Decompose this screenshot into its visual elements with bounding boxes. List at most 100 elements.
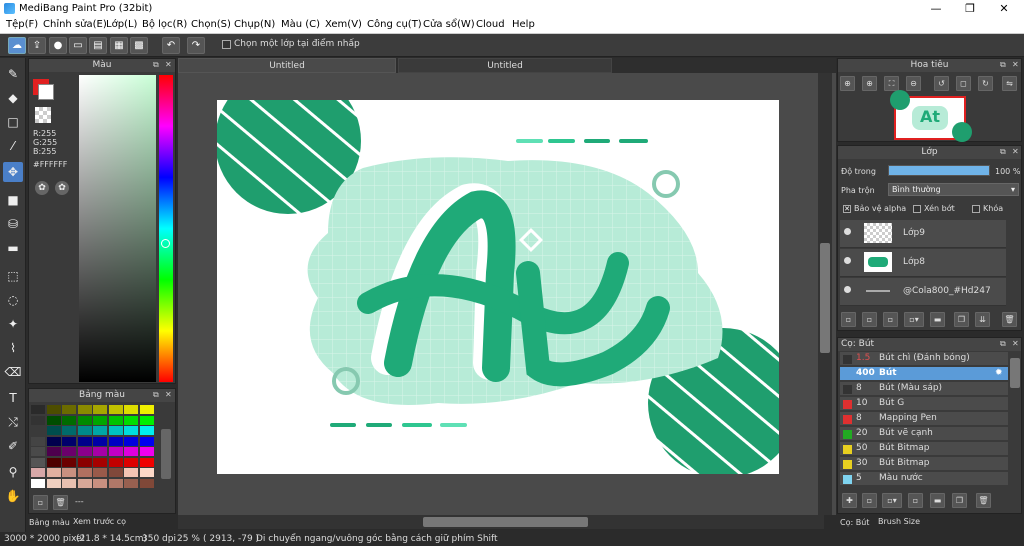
color-swatch[interactable] [31,405,45,414]
menu-edit[interactable]: Chỉnh sửa(E) [43,19,107,30]
fit-icon[interactable]: ⛶ [884,76,899,91]
rectangle-icon[interactable]: □ [3,112,23,132]
new-halftone-layer-icon[interactable]: ▫ [862,312,877,327]
lasso-icon[interactable]: ◌ [3,290,23,310]
color-swatch[interactable] [77,426,92,435]
select-pen-icon[interactable]: ⌇ [3,338,23,358]
lock-checkbox[interactable] [972,205,980,213]
palette-edit-icon[interactable]: ✿ [55,181,69,195]
color-swatch[interactable] [46,426,61,435]
color-swatch[interactable] [77,468,92,477]
popout-icon[interactable]: ⧉ [1000,60,1006,70]
menu-layer[interactable]: Lớp(L) [106,19,137,30]
tab-untitled[interactable]: Untitled [398,58,612,73]
redo-icon[interactable]: ↷ [187,37,205,54]
brush-copy-icon[interactable]: ▫ [862,493,877,508]
brush-item[interactable]: 50 Bút Bitmap [840,442,1008,456]
zoom-out-icon[interactable]: ⊖ [906,76,921,91]
hand-icon[interactable]: ✋ [3,486,23,506]
color-swatch[interactable] [139,457,154,467]
maximize-button[interactable]: ❐ [954,0,986,17]
brush-item[interactable]: 400 Bút ✹ [840,367,1008,381]
brush-item[interactable]: 8 Bút (Màu sáp) [840,382,1008,396]
menu-help[interactable]: Help [512,19,535,30]
brush-menu-icon[interactable]: ▫▾ [882,493,902,508]
gradient-icon[interactable]: ▬ [3,238,23,258]
move-icon[interactable]: ✥ [3,162,23,182]
color-swatch[interactable] [62,415,76,425]
color-swatch[interactable] [77,478,92,488]
text-icon[interactable]: T [3,388,23,408]
color-swatch[interactable] [31,478,45,488]
color-swatch[interactable] [108,405,123,414]
palette-swatches[interactable] [31,405,157,491]
brush-item[interactable]: 8 Mapping Pen [840,412,1008,426]
menu-file[interactable]: Tệp(F) [6,19,38,30]
protect-alpha-checkbox[interactable]: ✕ [843,205,851,213]
color-swatch[interactable] [62,405,76,414]
color-swatch[interactable] [93,426,107,435]
layer-row[interactable]: @Cola800_#Hd247 [840,278,1006,306]
delete-palette-icon[interactable]: 🗑 [53,495,68,510]
color-swatch[interactable] [139,447,154,456]
navigator-preview[interactable]: At [890,90,972,142]
menu-cloud[interactable]: Cloud [476,19,505,30]
tab-brush-size[interactable]: Brush Size [878,517,920,526]
delete-layer-icon[interactable]: 🗑 [1002,312,1017,327]
menu-color[interactable]: Màu (C) [281,19,320,30]
color-swatch[interactable] [77,457,92,467]
hue-handle[interactable] [161,239,170,248]
divide-icon[interactable]: ✐ [3,436,23,456]
blend-select[interactable]: Bình thường ▾ [888,183,1019,196]
color-swatch[interactable] [124,468,138,477]
operation-icon[interactable]: ⤭ [3,412,23,432]
canvas-horizontal-scrollbar[interactable] [178,515,824,529]
rotate-right-icon[interactable]: ↻ [978,76,993,91]
color-swatch[interactable] [124,436,138,446]
hue-slider[interactable] [159,75,173,382]
color-swatch[interactable] [31,426,45,435]
brush-duplicate-icon[interactable]: ❐ [952,493,967,508]
comment-icon[interactable]: ● [49,37,67,54]
color-swatch[interactable] [139,468,154,477]
color-swatch[interactable] [62,468,76,477]
color-swatch[interactable] [46,415,61,425]
brush-scrollbar[interactable] [1010,358,1020,388]
color-swatch[interactable] [108,426,123,435]
color-swatch[interactable] [139,426,154,435]
visibility-icon[interactable] [844,228,851,235]
popout-icon[interactable]: ⧉ [1000,147,1006,157]
color-swatch[interactable] [46,447,61,456]
visibility-icon[interactable] [844,286,851,293]
new-layer-icon[interactable]: ▫ [841,312,856,327]
visibility-icon[interactable] [844,257,851,264]
menu-window[interactable]: Cửa sổ(W) [423,19,475,30]
color-swatch[interactable] [62,478,76,488]
merge-layer-icon[interactable]: ⇊ [975,312,990,327]
flip-icon[interactable]: ⇋ [1002,76,1017,91]
popout-icon[interactable]: ⧉ [153,390,159,400]
brush-item[interactable]: 10 Bút G [840,397,1008,411]
color-swatch[interactable] [62,447,76,456]
dot-pen-icon[interactable]: ⁄ [3,136,23,156]
delete-brush-icon[interactable]: 🗑 [976,493,991,508]
layer-row[interactable]: Lớp9 [840,220,1006,248]
color-swatch[interactable] [93,468,107,477]
color-swatch[interactable] [62,436,76,446]
color-swatch[interactable] [31,468,45,477]
color-swatch[interactable] [124,405,138,414]
tiles-icon[interactable]: ▩ [130,37,148,54]
panel-close-icon[interactable]: ✕ [165,390,172,399]
brush-import-icon[interactable]: ▫ [908,493,923,508]
menu-capture[interactable]: Chụp(N) [234,19,275,30]
rotate-left-icon[interactable]: ↺ [934,76,949,91]
color-swatch[interactable] [124,426,138,435]
color-swatch[interactable] [31,415,45,425]
new-1bit-layer-icon[interactable]: ▫ [883,312,898,327]
canvas-area[interactable] [178,73,836,515]
share-icon[interactable]: ⇪ [28,37,46,54]
snap-layer-checkbox[interactable] [222,40,231,49]
opacity-slider[interactable] [888,165,990,176]
color-swatch[interactable] [93,457,107,467]
saturation-value-area[interactable] [79,75,156,382]
